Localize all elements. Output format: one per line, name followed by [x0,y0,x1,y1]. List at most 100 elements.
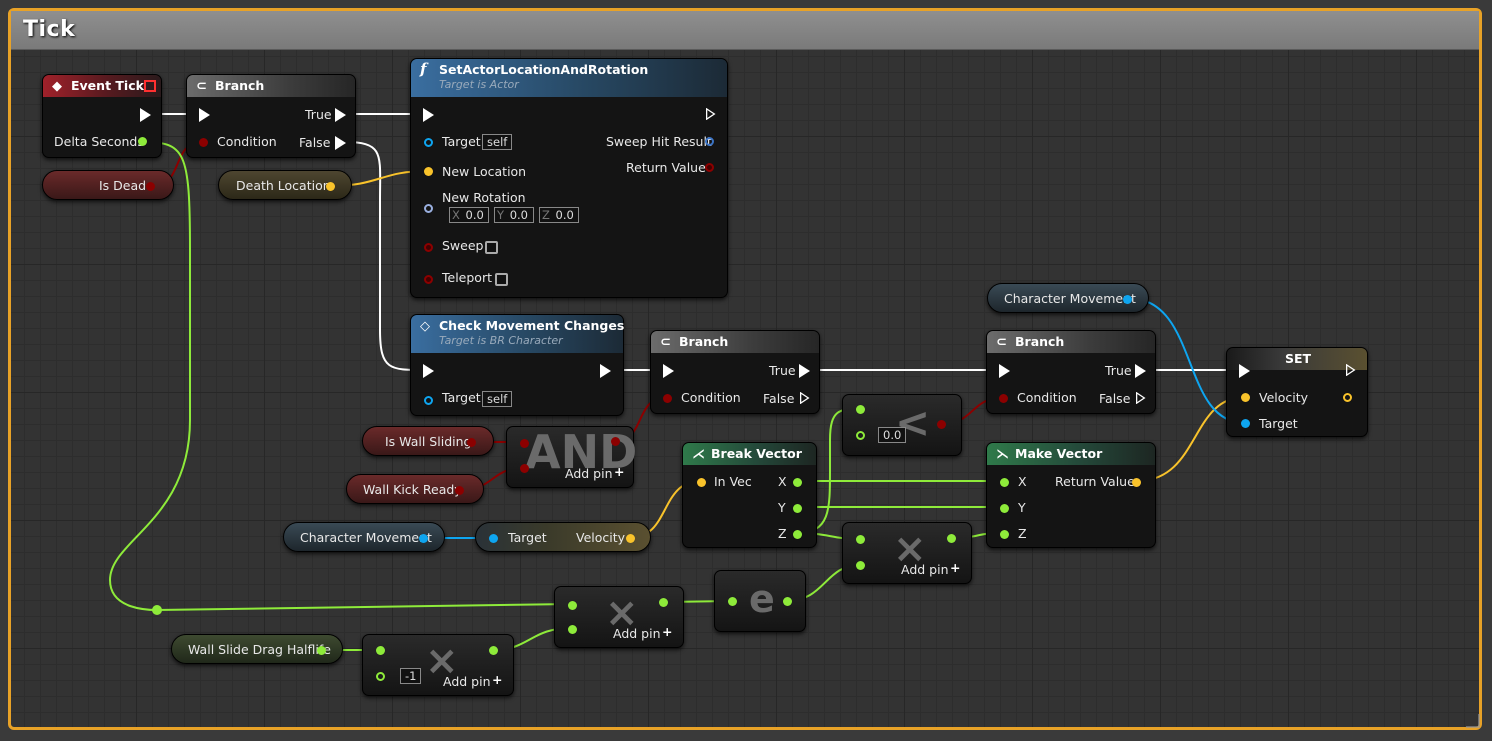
and-add-pin-icon[interactable]: + [614,464,624,479]
multiply-negative-value-field[interactable]: -1 [400,668,422,684]
wall-kick-ready-variable[interactable]: Wall Kick Ready [346,474,484,504]
event-tick-exec-out[interactable] [140,108,151,122]
branch-3-exec-in[interactable] [999,364,1010,378]
get-velocity-out-pin[interactable] [626,534,635,543]
death-location-variable[interactable]: Death Location [218,170,352,200]
make-vector-x-pin[interactable] [1000,478,1009,487]
break-vector-x-pin[interactable] [793,478,802,487]
set-actor-target-self[interactable]: self [482,134,513,150]
multiply-dt-out-pin[interactable] [659,598,668,607]
multiply-dt-add-pin-icon[interactable]: + [662,624,672,639]
exp-node[interactable]: e [714,570,806,632]
sweep-pin[interactable] [424,243,433,252]
get-velocity-node[interactable]: Target Velocity [475,522,651,552]
sweep-hit-pin[interactable] [705,137,714,146]
branch-node-3[interactable]: ⊂ Branch True Condition False [986,330,1156,414]
break-vector-in-pin[interactable] [697,478,706,487]
branch-3-false-pin[interactable] [1135,392,1146,404]
less-than-node[interactable]: < 0.0 [842,394,962,456]
set-actor-exec-in[interactable] [423,108,434,122]
multiply-negative-a-pin[interactable] [376,646,385,655]
character-movement-bottom-pin[interactable] [419,534,428,543]
multiply-negative-add-pin-icon[interactable]: + [492,672,502,687]
check-movement-target-self[interactable]: self [482,391,513,407]
multiply-dt-a-pin[interactable] [568,601,577,610]
break-vector-z-pin[interactable] [793,530,802,539]
multiply-dt-b-pin[interactable] [568,625,577,634]
make-vector-return-pin[interactable] [1132,478,1141,487]
is-dead-pin[interactable] [146,182,155,191]
multiply-negative-out-pin[interactable] [489,646,498,655]
multiply-negative-node[interactable]: × -1 Add pin + [362,634,514,696]
event-delegate-icon[interactable] [144,80,156,92]
less-than-value-field[interactable]: 0.0 [878,427,907,443]
exp-out-pin[interactable] [783,597,792,606]
check-movement-exec-out[interactable] [600,364,611,378]
less-than-a-pin[interactable] [856,405,865,414]
and-out-pin[interactable] [611,437,620,446]
is-wall-sliding-pin[interactable] [467,438,476,447]
set-velocity-pin[interactable] [1241,393,1250,402]
teleport-checkbox[interactable] [495,273,508,286]
teleport-pin[interactable] [424,275,433,284]
multiply-z-a-pin[interactable] [856,535,865,544]
set-velocity-node[interactable]: SET Velocity Target [1226,347,1368,437]
multiply-z-node[interactable]: × Add pin + [842,522,972,584]
check-movement-exec-in[interactable] [423,364,434,378]
break-vector-y-pin[interactable] [793,504,802,513]
new-location-pin[interactable] [424,167,433,176]
multiply-z-add-pin-icon[interactable]: + [950,560,960,575]
get-velocity-target-pin[interactable] [489,534,498,543]
comment-header[interactable]: Tick [11,11,1479,50]
rotation-x-field[interactable]: X 0.0 [449,207,489,223]
death-location-pin[interactable] [326,182,335,191]
check-movement-changes-node[interactable]: ◇ Check Movement Changes Target is BR Ch… [410,314,624,416]
multiply-z-add-pin-label[interactable]: Add pin [901,562,949,577]
set-actor-target-pin[interactable] [424,138,433,147]
is-dead-variable[interactable]: Is Dead [42,170,174,200]
make-vector-node[interactable]: ⋋ Make Vector X Return Value Y Z [986,442,1156,548]
and-in-b-pin[interactable] [520,464,529,473]
less-than-out-pin[interactable] [937,420,946,429]
multiply-z-b-pin[interactable] [856,561,865,570]
set-exec-in[interactable] [1239,364,1250,378]
set-exec-out[interactable] [1345,364,1356,376]
make-vector-z-pin[interactable] [1000,530,1009,539]
set-velocity-out-pin[interactable] [1343,393,1352,402]
set-actor-location-rotation-node[interactable]: f SetActorLocationAndRotation Target is … [410,58,728,298]
branch-1-true-pin[interactable] [335,108,346,122]
delta-seconds-pin[interactable] [138,137,147,146]
branch-2-false-pin[interactable] [799,392,810,404]
exp-in-pin[interactable] [728,597,737,606]
branch-3-true-pin[interactable] [1135,364,1146,378]
character-movement-variable-top[interactable]: Character Movement [987,283,1149,313]
and-in-a-pin[interactable] [520,439,529,448]
multiply-dt-add-pin-label[interactable]: Add pin [613,626,661,641]
resize-grip-icon[interactable] [1466,714,1480,728]
and-add-pin-label[interactable]: Add pin [565,466,613,481]
wall-kick-ready-pin[interactable] [455,486,464,495]
set-actor-exec-out[interactable] [705,108,716,120]
branch-2-condition-pin[interactable] [663,394,672,403]
multiply-negative-add-pin-label[interactable]: Add pin [443,674,491,689]
character-movement-variable-bottom[interactable]: Character Movement [283,522,445,552]
branch-1-exec-in[interactable] [199,108,210,122]
character-movement-top-pin[interactable] [1123,295,1132,304]
return-value-pin[interactable] [705,163,714,172]
new-rotation-pin[interactable] [424,204,433,213]
branch-1-false-pin[interactable] [335,136,346,150]
branch-1-condition-pin[interactable] [199,138,208,147]
branch-2-exec-in[interactable] [663,364,674,378]
rotation-z-field[interactable]: Z 0.0 [539,207,579,223]
and-node[interactable]: AND Add pin + [506,425,637,488]
branch-node-1[interactable]: ⊂ Branch True Condition False [186,74,356,158]
multiply-dt-node[interactable]: × Add pin + [554,586,684,648]
wall-slide-drag-halflife-variable[interactable]: Wall Slide Drag Halflife [171,634,343,664]
set-target-pin[interactable] [1241,419,1250,428]
rotation-y-field[interactable]: Y 0.0 [494,207,534,223]
branch-node-2[interactable]: ⊂ Branch True Condition False [650,330,820,414]
sweep-checkbox[interactable] [485,241,498,254]
branch-2-true-pin[interactable] [799,364,810,378]
multiply-z-out-pin[interactable] [947,534,956,543]
is-wall-sliding-variable[interactable]: Is Wall Sliding [362,426,494,456]
